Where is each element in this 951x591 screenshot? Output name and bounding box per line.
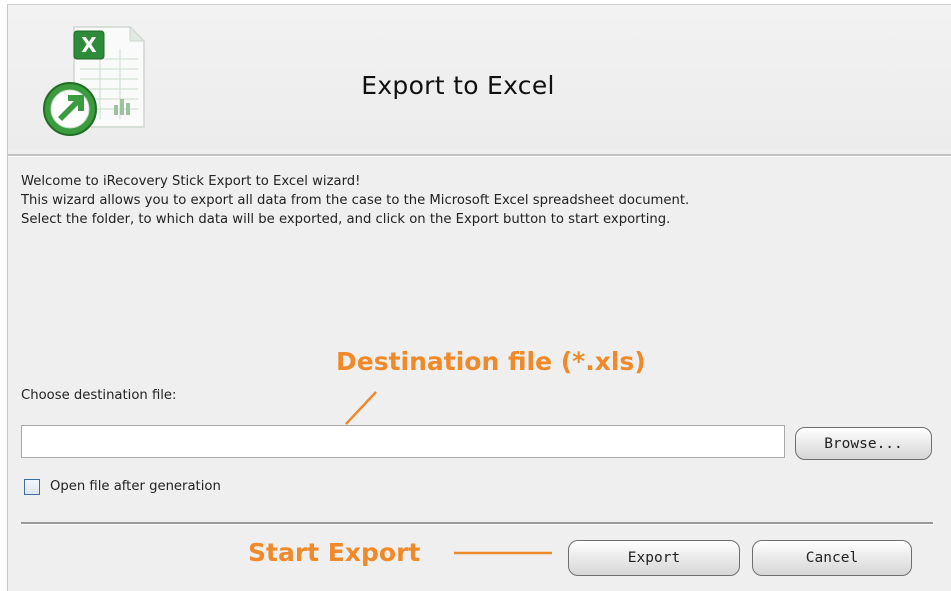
dialog-header: X Export to Excel [8,5,951,150]
open-after-generation-checkbox[interactable] [24,479,40,495]
annotation-destination: Destination file (*.xls) [336,347,646,376]
browse-button[interactable]: Browse... [795,427,932,460]
export-dialog: X Export to Excel [7,4,951,591]
annotation-start-export: Start Export [248,538,421,567]
intro-line-welcome: Welcome to iRecovery Stick Export to Exc… [21,174,361,189]
intro-line-description: This wizard allows you to export all dat… [21,193,690,208]
dialog-title: Export to Excel [361,71,555,100]
export-button[interactable]: Export [568,540,740,576]
svg-text:X: X [81,33,97,57]
open-after-generation-label[interactable]: Open file after generation [50,479,221,494]
destination-label: Choose destination file: [21,388,177,403]
intro-text: Welcome to iRecovery Stick Export to Exc… [21,172,921,229]
destination-file-input[interactable] [21,425,785,458]
header-divider [8,154,951,157]
intro-line-instructions: Select the folder, to which data will be… [21,212,671,227]
excel-export-icon: X [43,25,146,136]
cancel-button[interactable]: Cancel [752,540,912,576]
footer-divider [21,522,933,525]
